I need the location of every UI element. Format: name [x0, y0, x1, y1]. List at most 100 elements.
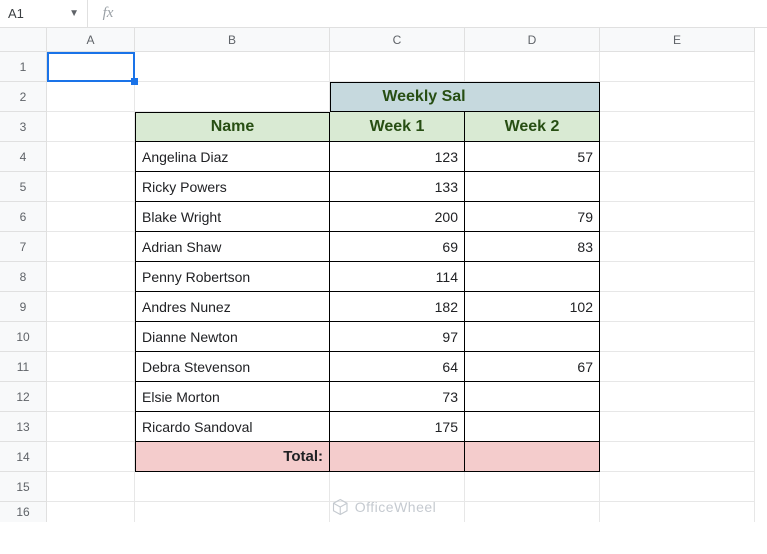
name-box[interactable]: A1 ▼: [0, 0, 88, 27]
row-header[interactable]: 15: [0, 472, 47, 502]
header-week1[interactable]: Week 1: [330, 112, 465, 142]
cell-w2[interactable]: 102: [465, 292, 600, 322]
row-header[interactable]: 9: [0, 292, 47, 322]
cell[interactable]: [135, 472, 330, 502]
cell-name[interactable]: Andres Nunez: [135, 292, 330, 322]
cell[interactable]: [600, 502, 755, 522]
spreadsheet-grid[interactable]: A B C D E 1 2 Weekly Sales Amount 3: [0, 28, 767, 522]
cell-w2[interactable]: 57: [465, 142, 600, 172]
cell[interactable]: [47, 142, 135, 172]
cell-w2[interactable]: [465, 412, 600, 442]
cell-name[interactable]: Dianne Newton: [135, 322, 330, 352]
row-header[interactable]: 10: [0, 322, 47, 352]
cell[interactable]: [600, 142, 755, 172]
row-header[interactable]: 13: [0, 412, 47, 442]
cell-w2[interactable]: [465, 382, 600, 412]
cell[interactable]: [47, 172, 135, 202]
cell[interactable]: [600, 82, 755, 112]
cell[interactable]: [47, 472, 135, 502]
row-header[interactable]: 2: [0, 82, 47, 112]
cell-w1[interactable]: 64: [330, 352, 465, 382]
cell-w2[interactable]: 83: [465, 232, 600, 262]
col-header-B[interactable]: B: [135, 28, 330, 52]
cell-w2[interactable]: 79: [465, 202, 600, 232]
cell[interactable]: [600, 382, 755, 412]
cell-w1[interactable]: 97: [330, 322, 465, 352]
cell[interactable]: [600, 442, 755, 472]
cell-w2[interactable]: [465, 322, 600, 352]
row-header[interactable]: 12: [0, 382, 47, 412]
cell-w1[interactable]: 69: [330, 232, 465, 262]
cell[interactable]: [47, 112, 135, 142]
cell-w1[interactable]: 182: [330, 292, 465, 322]
chevron-down-icon[interactable]: ▼: [69, 8, 79, 19]
cell[interactable]: [600, 292, 755, 322]
cell-w1[interactable]: 200: [330, 202, 465, 232]
cell-name[interactable]: Penny Robertson: [135, 262, 330, 292]
header-weekly-span[interactable]: [465, 82, 600, 112]
cell[interactable]: [465, 472, 600, 502]
cell[interactable]: [600, 232, 755, 262]
cell-name[interactable]: Ricardo Sandoval: [135, 412, 330, 442]
col-header-D[interactable]: D: [465, 28, 600, 52]
cell-w1[interactable]: 73: [330, 382, 465, 412]
cell[interactable]: [330, 472, 465, 502]
cell-w1[interactable]: 114: [330, 262, 465, 292]
row-header[interactable]: 14: [0, 442, 47, 472]
cell-name[interactable]: Debra Stevenson: [135, 352, 330, 382]
cell[interactable]: [47, 502, 135, 522]
cell[interactable]: [47, 322, 135, 352]
cell[interactable]: [465, 52, 600, 82]
cell-name[interactable]: Elsie Morton: [135, 382, 330, 412]
row-header[interactable]: 11: [0, 352, 47, 382]
cell[interactable]: [600, 172, 755, 202]
row-header[interactable]: 4: [0, 142, 47, 172]
cell-w1[interactable]: 175: [330, 412, 465, 442]
cell-w2[interactable]: [465, 262, 600, 292]
cell[interactable]: [600, 202, 755, 232]
cell-w2[interactable]: [465, 172, 600, 202]
col-header-E[interactable]: E: [600, 28, 755, 52]
cell[interactable]: [135, 502, 330, 522]
cell[interactable]: [330, 52, 465, 82]
cell[interactable]: [465, 502, 600, 522]
cell[interactable]: [600, 112, 755, 142]
row-header[interactable]: 7: [0, 232, 47, 262]
cell-name[interactable]: Adrian Shaw: [135, 232, 330, 262]
cell-w1[interactable]: 123: [330, 142, 465, 172]
cell[interactable]: [47, 442, 135, 472]
col-header-C[interactable]: C: [330, 28, 465, 52]
cell[interactable]: [330, 502, 465, 522]
total-label[interactable]: Total:: [135, 442, 330, 472]
select-all-corner[interactable]: [0, 28, 47, 52]
cell[interactable]: [600, 352, 755, 382]
total-w2[interactable]: [465, 442, 600, 472]
cell[interactable]: [47, 352, 135, 382]
formula-input[interactable]: [128, 0, 767, 27]
cell[interactable]: [47, 232, 135, 262]
cell-w1[interactable]: 133: [330, 172, 465, 202]
cell[interactable]: [47, 292, 135, 322]
cell[interactable]: [47, 202, 135, 232]
cell-w2[interactable]: 67: [465, 352, 600, 382]
cell-name[interactable]: Ricky Powers: [135, 172, 330, 202]
cell[interactable]: [600, 262, 755, 292]
cell-name[interactable]: Blake Wright: [135, 202, 330, 232]
cell[interactable]: [47, 52, 135, 82]
row-header[interactable]: 8: [0, 262, 47, 292]
total-w1[interactable]: [330, 442, 465, 472]
header-weekly[interactable]: Weekly Sales Amount: [330, 82, 465, 112]
row-header[interactable]: 6: [0, 202, 47, 232]
row-header[interactable]: 5: [0, 172, 47, 202]
cell[interactable]: [135, 52, 330, 82]
cell[interactable]: [600, 322, 755, 352]
row-header[interactable]: 3: [0, 112, 47, 142]
cell[interactable]: [47, 382, 135, 412]
cell[interactable]: [47, 412, 135, 442]
cell-name[interactable]: Angelina Diaz: [135, 142, 330, 172]
row-header[interactable]: 16: [0, 502, 47, 522]
col-header-A[interactable]: A: [47, 28, 135, 52]
row-header[interactable]: 1: [0, 52, 47, 82]
cell[interactable]: [47, 82, 135, 112]
cell[interactable]: [600, 412, 755, 442]
